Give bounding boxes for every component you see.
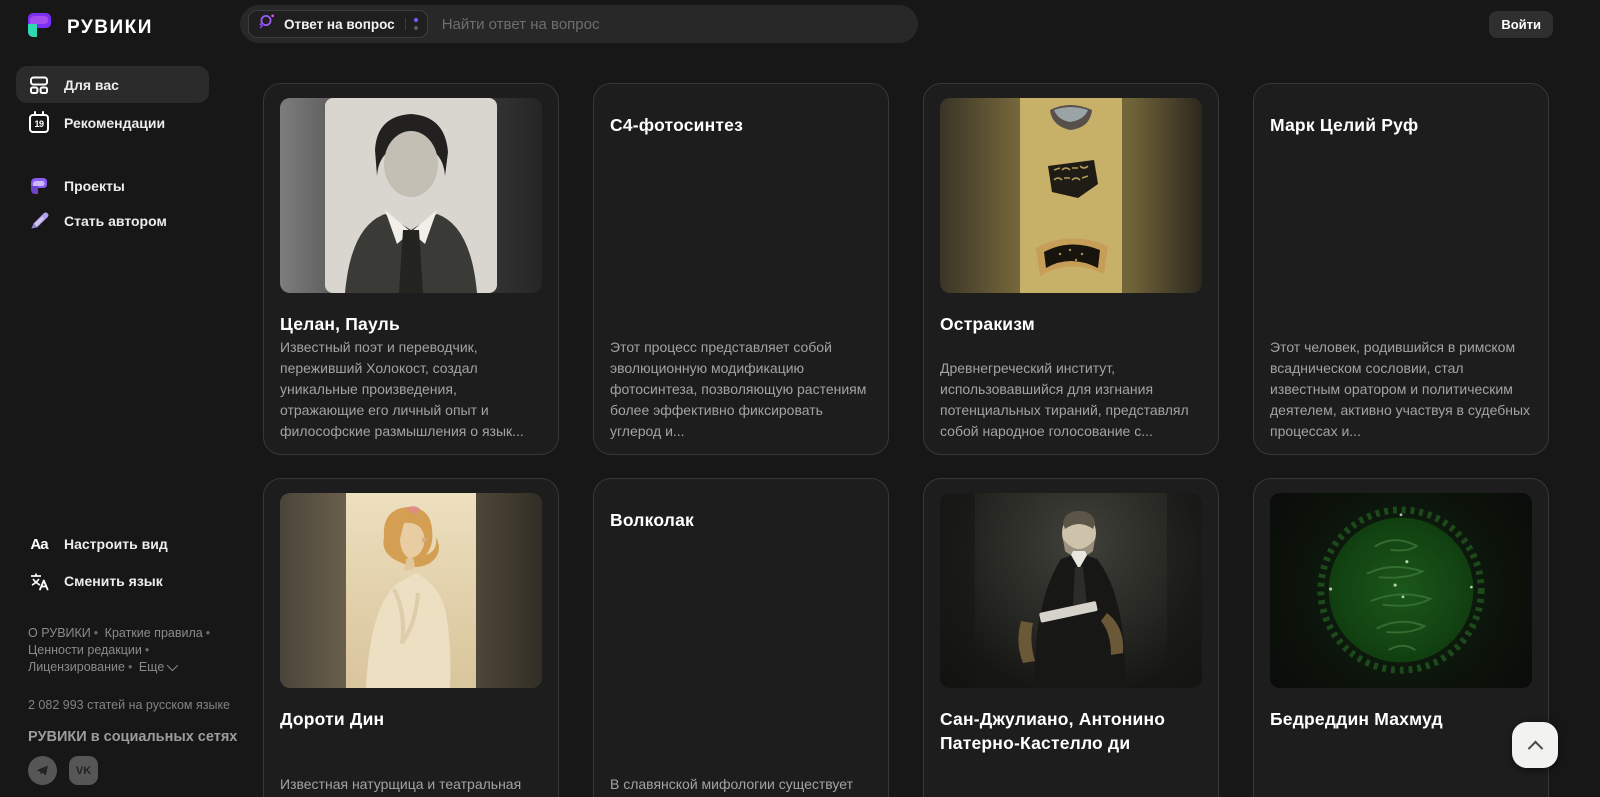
sidebar-item-label: Проекты [64,177,125,194]
card-image-seated-man-photo [940,493,1202,688]
social-links: VK [28,756,98,785]
calendar-day-number: 19 [34,118,44,129]
search-input[interactable] [427,15,912,33]
chevron-down-icon [167,659,179,672]
footer-links: О РУВИКИ • Краткие правила • Ценности реда… [28,625,218,676]
for-you-cards-icon [28,74,50,96]
footer-link-values[interactable]: Ценности редакции [28,643,142,657]
sidebar-item-label: Стать автором [64,212,167,229]
chevron-up-icon [1527,740,1543,756]
card-description: Известная натурщица и театральная актрис… [280,776,522,792]
language-label: Сменить язык [64,573,163,589]
search-bar[interactable]: Ответ на вопрос [240,5,918,43]
card-description: Этот человек, родившийся в римском всадн… [1270,339,1531,439]
card-description: Известный поэт и переводчик, переживший … [280,339,524,439]
card-image-green-calligraphy-seal [1270,493,1532,688]
article-card[interactable]: Бедреддин Махмуд Данный исторический пер… [1253,478,1549,797]
article-card[interactable]: Целан, Пауль Известный поэт и переводчик… [263,83,559,455]
mode-toggle-icon [404,18,418,30]
sidebar-item-projects[interactable]: Проекты [16,167,209,204]
footer-link-rules[interactable]: Краткие правила [105,626,203,640]
article-card[interactable]: Сан-Джулиано, Антонино Патерно-Кастелло … [923,478,1219,797]
card-image-sepia-portrait [280,493,542,688]
sidebar: Для вас 19 Рекомендации Проекты Стать ав… [0,0,240,797]
article-card[interactable]: C4-фотосинтез Этот процесс представляет … [593,83,889,455]
social-heading: РУВИКИ в социальных сетях [28,729,238,745]
ai-search-icon [258,13,276,36]
appearance-settings[interactable]: Aa Настроить вид [28,533,168,555]
article-card[interactable]: Волколак В славянской мифологии существу… [593,478,889,797]
pencil-icon [28,210,50,232]
translate-icon [28,570,50,592]
card-title: Волколак [610,510,694,530]
sidebar-item-label: Рекомендации [64,114,166,131]
sidebar-item-for-you[interactable]: Для вас [16,66,209,103]
card-title: C4-фотосинтез [610,115,743,135]
article-card[interactable]: Остракизм Древнегреческий институт, испо… [923,83,1219,455]
ruwiki-home-page: РУВИКИ Ответ на вопрос Войти [0,0,1600,797]
card-image-black-white-portrait [280,98,542,293]
card-title: Сан-Джулиано, Антонино Патерно-Кастелло … [940,709,1166,753]
separator-dot: • [93,626,99,640]
login-button[interactable]: Войти [1489,11,1553,38]
vk-icon[interactable]: VK [69,756,98,785]
card-title: Марк Целий Руф [1270,115,1419,135]
card-image-ostraka-shards [940,98,1202,293]
telegram-icon[interactable] [28,756,57,785]
sidebar-item-become-author[interactable]: Стать автором [16,202,209,239]
card-description: Этот процесс представляет собой эволюцио… [610,339,867,439]
footer-link-licensing[interactable]: Лицензирование [28,660,125,674]
card-title: Целан, Пауль [280,314,400,334]
article-count: 2 082 993 статей на русском языке [28,698,231,712]
card-description: В славянской мифологии существует персон… [610,776,854,792]
card-title: Бедреддин Махмуд [1270,709,1443,729]
projects-cube-icon [28,175,50,197]
change-language[interactable]: Сменить язык [28,570,163,592]
search-mode-label: Ответ на вопрос [284,16,395,32]
card-title: Остракизм [940,314,1035,334]
sidebar-item-recommendations[interactable]: 19 Рекомендации [16,104,209,141]
article-card-grid: Целан, Пауль Известный поэт и переводчик… [263,83,1549,797]
separator-dot: • [205,626,211,640]
separator-dot: • [127,660,133,674]
sidebar-item-label: Для вас [64,76,119,93]
card-title: Дороти Дин [280,709,385,729]
footer-link-about[interactable]: О РУВИКИ [28,626,91,640]
calendar-icon: 19 [28,111,50,134]
search-mode-chip[interactable]: Ответ на вопрос [248,10,428,38]
appearance-label: Настроить вид [64,536,168,552]
separator-dot: • [144,643,150,657]
scroll-to-top-button[interactable] [1512,722,1558,768]
article-card[interactable]: Дороти Дин Известная натурщица и театрал… [263,478,559,797]
footer-link-more[interactable]: Еще [139,660,164,674]
card-description: Древнегреческий институт, использовавший… [940,360,1189,439]
font-aa-icon: Aa [30,535,48,553]
article-card[interactable]: Марк Целий Руф Этот человек, родившийся … [1253,83,1549,455]
